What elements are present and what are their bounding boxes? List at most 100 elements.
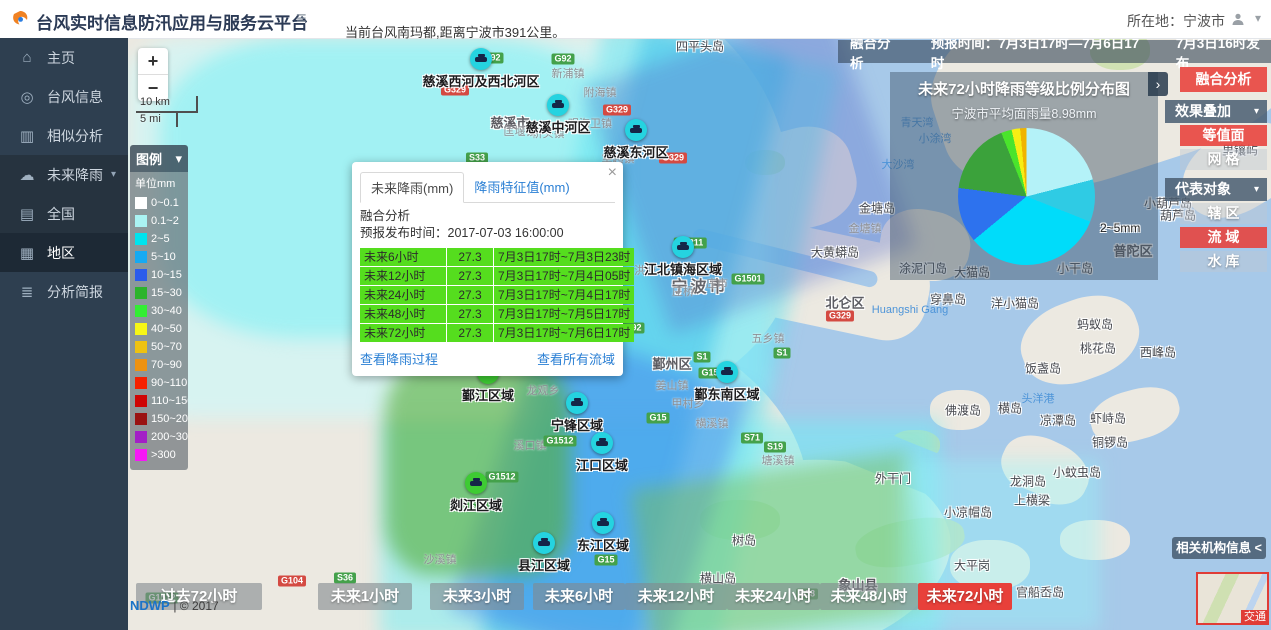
layer-button-网格[interactable]: 网 格 xyxy=(1180,149,1267,170)
time-range-button-未来12小时[interactable]: 未来12小时 xyxy=(625,583,727,610)
basin-icon xyxy=(630,128,642,133)
related-orgs-label: 相关机构信息 xyxy=(1176,541,1251,555)
basin-icon xyxy=(721,370,733,375)
page-title: 台风实时信息防汛应用与服务云平台 xyxy=(36,9,308,34)
region-marker-label: 剡江区域 xyxy=(450,495,502,514)
report-icon: ≣ xyxy=(17,283,37,301)
region-marker-慈溪西河及西北河区[interactable]: 慈溪西河及西北河区 xyxy=(470,48,492,70)
table-cell-range: 7月3日17时~7月5日17时 xyxy=(494,305,634,323)
region-marker-慈溪东河区[interactable]: 慈溪东河区 xyxy=(625,119,647,141)
time-range-button-未来1小时[interactable]: 未来1小时 xyxy=(318,583,412,610)
view-rain-process-link[interactable]: 查看降雨过程 xyxy=(360,349,438,368)
layer-button-等值面[interactable]: 等值面 xyxy=(1180,125,1267,146)
region-marker-label: 慈溪东河区 xyxy=(603,142,668,161)
panel-expand-button[interactable]: › xyxy=(1148,72,1168,96)
rainfall-table: 未来6小时27.37月3日17时~7月3日23时未来12小时27.37月3日17… xyxy=(360,248,615,342)
table-cell-value: 27.3 xyxy=(447,248,493,266)
app-root: 宁波市慈溪市鄞州区北仑区普陀区象山县四平头岛金塘岛金塘镇大黄蟒岛涂泥门岛大猫岛穿… xyxy=(0,0,1271,630)
region-marker-label: 慈溪中河区 xyxy=(525,117,590,136)
chevron-down-icon[interactable]: ▾ xyxy=(1255,11,1261,25)
time-range-button-未来48小时[interactable]: 未来48小时 xyxy=(820,583,918,610)
sidebar-item-label: 相似分析 xyxy=(47,126,103,146)
legend-item: 2~5 xyxy=(135,230,183,248)
view-all-basins-link[interactable]: 查看所有流域 xyxy=(537,349,615,368)
pie-subtitle: 宁波市平均面雨量8.98mm xyxy=(890,103,1158,122)
layer-button-辖区[interactable]: 辖 区 xyxy=(1180,203,1267,224)
legend-item: 0~0.1 xyxy=(135,194,183,212)
traffic-layer-tag[interactable]: 交通 xyxy=(1241,610,1269,625)
minimap[interactable]: 交通 xyxy=(1196,572,1269,625)
legend-item: 90~110 xyxy=(135,374,183,392)
legend-swatch xyxy=(135,251,147,263)
home-icon: ⌂ xyxy=(17,49,37,66)
nation-icon: ▤ xyxy=(17,205,37,223)
legend-swatch xyxy=(135,215,147,227)
region-marker-剡江区域[interactable]: 剡江区域 xyxy=(465,472,487,494)
sidebar-item-地区[interactable]: ▦地区 xyxy=(0,233,128,272)
sidebar-item-台风信息[interactable]: ◎台风信息 xyxy=(0,77,128,116)
time-range-button-未来72小时[interactable]: 未来72小时 xyxy=(918,583,1012,610)
time-range-button-未来3小时[interactable]: 未来3小时 xyxy=(430,583,524,610)
basin-icon xyxy=(538,541,550,546)
legend-title: 图例 xyxy=(136,149,162,168)
location-label: 所在地：宁波市 xyxy=(1127,11,1225,31)
legend-header[interactable]: 图例 ▾ xyxy=(130,145,188,172)
user-icon[interactable] xyxy=(1231,12,1245,31)
region-marker-慈溪中河区[interactable]: 慈溪中河区 xyxy=(547,94,569,116)
region-marker-label: 县江区域 xyxy=(518,555,570,574)
close-icon[interactable]: × xyxy=(608,164,617,182)
legend-label: 0.1~2 xyxy=(151,215,179,227)
popup-tab-未来降雨(mm)[interactable]: 未来降雨(mm) xyxy=(360,172,464,203)
rainfall-popup: × 未来降雨(mm)降雨特征值(mm) 融合分析 预报发布时间：2017-07-… xyxy=(352,162,623,376)
hamburger-icon[interactable]: ≡ xyxy=(296,8,307,29)
related-orgs-button[interactable]: 相关机构信息 < xyxy=(1172,537,1266,559)
region-marker-江口区域[interactable]: 江口区域 xyxy=(591,432,613,454)
legend-unit: 单位mm xyxy=(135,175,183,191)
layer-group-代表对象[interactable]: 代表对象▾ xyxy=(1165,178,1267,201)
legend-item: 150~200 xyxy=(135,410,183,428)
region-marker-江北镇海区域[interactable]: 江北镇海区域 xyxy=(672,236,694,258)
region-marker-东江区域[interactable]: 东江区域 xyxy=(592,512,614,534)
legend-item: 40~50 xyxy=(135,320,183,338)
legend-item: 15~30 xyxy=(135,284,183,302)
popup-tab-降雨特征值(mm)[interactable]: 降雨特征值(mm) xyxy=(464,172,579,202)
layer-button-流域[interactable]: 流 域 xyxy=(1180,227,1267,248)
legend-panel: 图例 ▾ 单位mm 0~0.10.1~22~55~1010~1515~3030~… xyxy=(130,145,188,470)
region-marker-label: 慈溪西河及西北河区 xyxy=(422,71,539,90)
legend-label: 40~50 xyxy=(151,323,182,335)
popup-meta: 融合分析 预报发布时间：2017-07-03 16:00:00 xyxy=(360,208,615,242)
sidebar-item-分析简报[interactable]: ≣分析简报 xyxy=(0,272,128,311)
region-marker-label: 东江区域 xyxy=(577,535,629,554)
region-marker-县江区域[interactable]: 县江区域 xyxy=(533,532,555,554)
sidebar-item-主页[interactable]: ⌂主页 xyxy=(0,38,128,77)
sidebar-item-label: 台风信息 xyxy=(47,87,103,107)
forecast-info-bar: 融合分析 预报时间：7月3日17时—7月6日17时 7月3日16时发布 xyxy=(838,40,1271,63)
zoom-in-button[interactable]: + xyxy=(138,48,168,74)
popup-source: 融合分析 xyxy=(360,208,615,225)
table-cell-value: 27.3 xyxy=(447,324,493,342)
legend-swatch xyxy=(135,395,147,407)
chart-icon: ▥ xyxy=(17,127,37,145)
app-logo-icon xyxy=(10,9,30,34)
region-marker-label: 江北镇海区域 xyxy=(644,259,722,278)
region-marker-鄞东南区域[interactable]: 鄞东南区域 xyxy=(716,361,738,383)
pie-panel: 未来72小时降雨等级比例分布图 宁波市平均面雨量8.98mm xyxy=(890,72,1158,280)
legend-swatch xyxy=(135,323,147,335)
legend-swatch xyxy=(135,269,147,281)
fusion-analysis-button[interactable]: 融合分析 xyxy=(1180,67,1267,92)
legend-swatch xyxy=(135,197,147,209)
chevron-down-icon: ▾ xyxy=(111,169,116,180)
sidebar-item-未来降雨[interactable]: ☁未来降雨▾ xyxy=(0,155,128,194)
legend-label: 70~90 xyxy=(151,359,182,371)
legend-label: >300 xyxy=(151,449,176,461)
region-marker-宁锋区域[interactable]: 宁锋区域 xyxy=(566,392,588,414)
time-range-button-未来24小时[interactable]: 未来24小时 xyxy=(727,583,820,610)
basin-icon xyxy=(677,245,689,250)
time-range-button-未来6小时[interactable]: 未来6小时 xyxy=(533,583,625,610)
sidebar-item-全国[interactable]: ▤全国 xyxy=(0,194,128,233)
layer-group-效果叠加[interactable]: 效果叠加▾ xyxy=(1165,100,1267,123)
basin-icon xyxy=(596,441,608,446)
legend-item: 30~40 xyxy=(135,302,183,320)
sidebar-item-相似分析[interactable]: ▥ 相似分析 xyxy=(0,116,128,155)
layer-button-水库[interactable]: 水 库 xyxy=(1180,251,1267,272)
